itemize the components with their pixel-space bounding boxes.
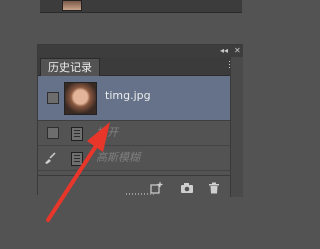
annotation-arrow — [46, 122, 110, 222]
